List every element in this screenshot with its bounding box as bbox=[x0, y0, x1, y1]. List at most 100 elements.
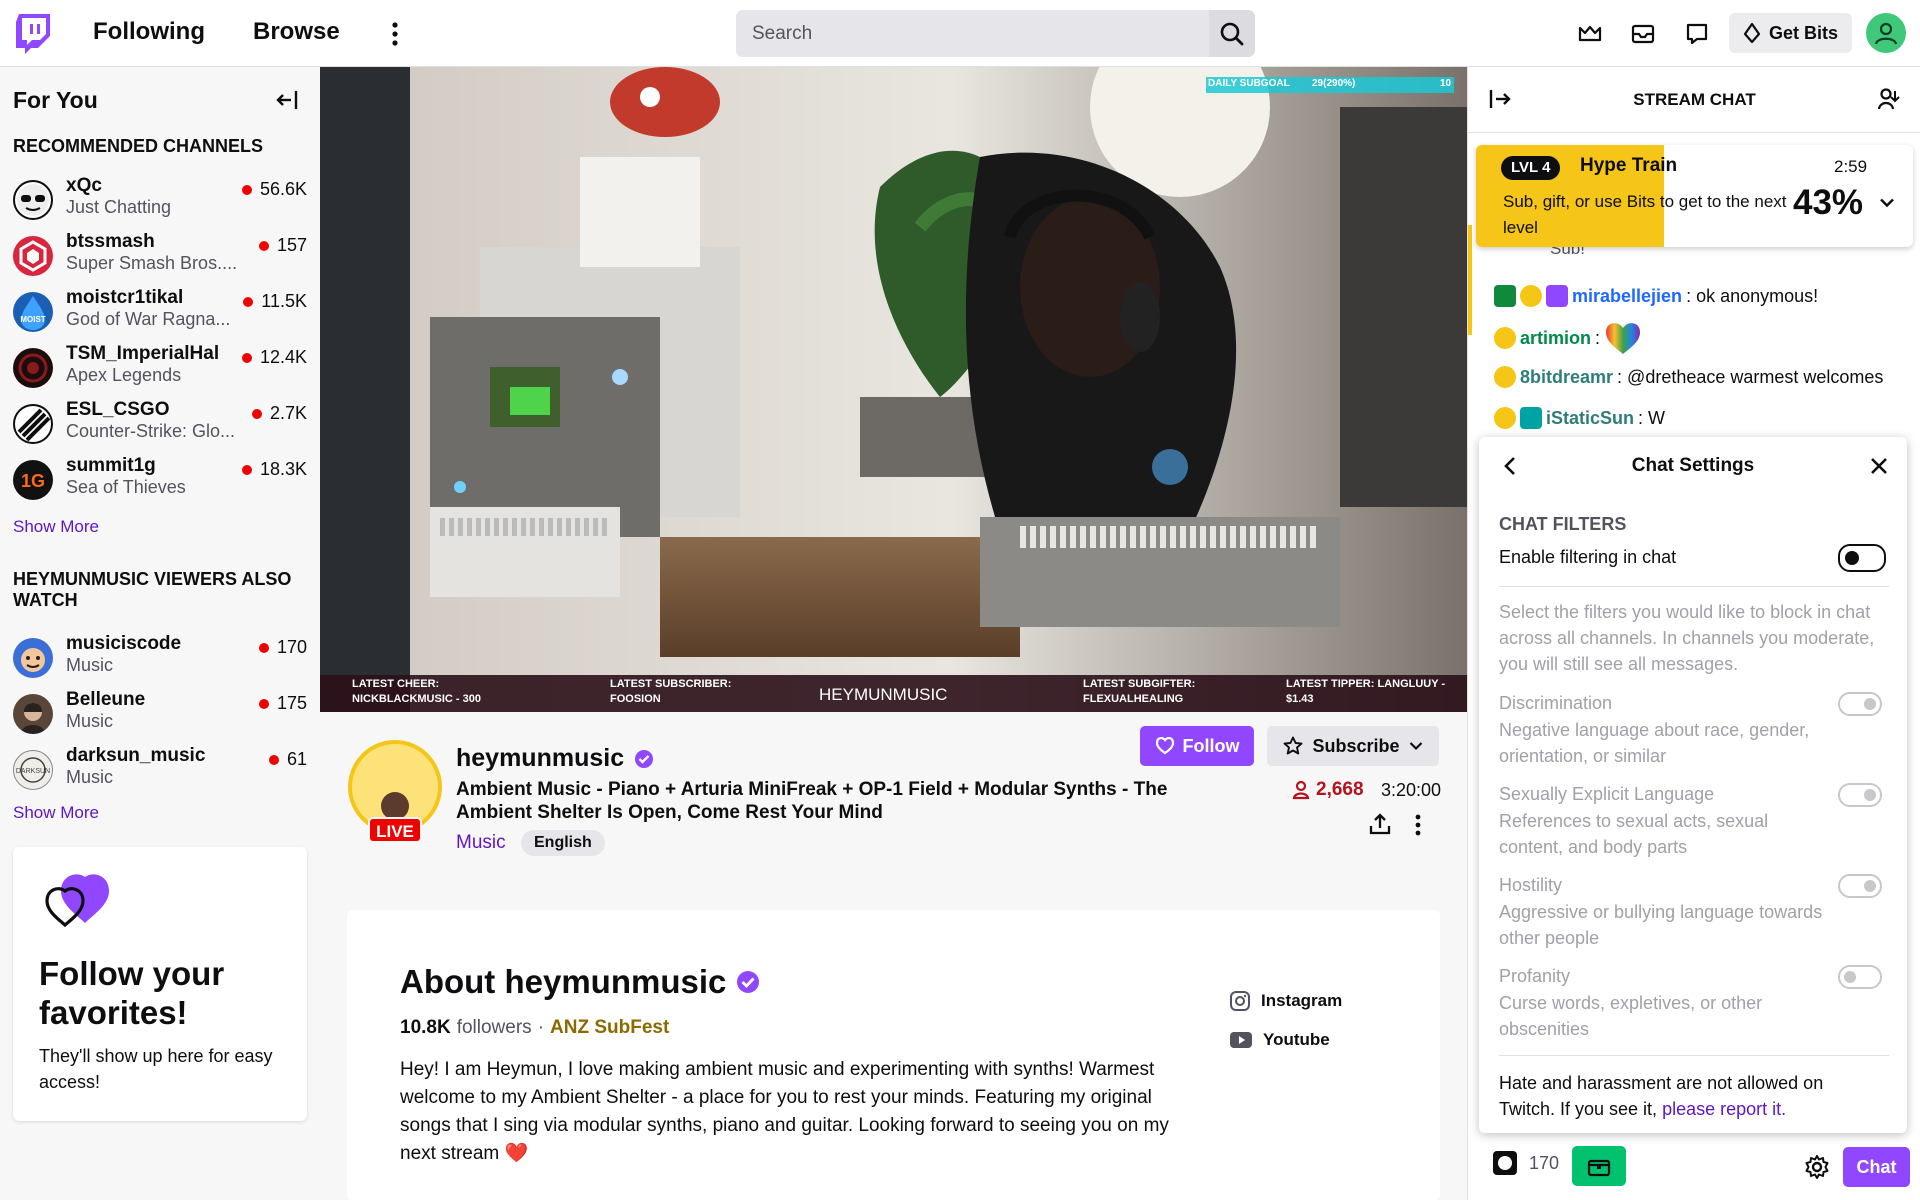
channel-name: moistcr1tikal bbox=[66, 287, 184, 308]
nav-following[interactable]: Following bbox=[93, 18, 205, 46]
report-link[interactable]: please report it. bbox=[1662, 1099, 1786, 1119]
rainbow-heart-emote-icon bbox=[1604, 320, 1642, 356]
chat-text: : W bbox=[1638, 407, 1666, 428]
instagram-icon bbox=[1229, 990, 1251, 1012]
user-avatar-icon[interactable] bbox=[1866, 13, 1906, 53]
channel-name-row: heymunmusic bbox=[456, 744, 654, 773]
live-dot bbox=[241, 352, 252, 363]
viewer-count: 12.4K bbox=[241, 347, 307, 368]
filter-name: Sexually Explicit Language bbox=[1499, 784, 1715, 804]
sidebar-channel-belleune[interactable]: Belleune Music 175 bbox=[0, 685, 320, 741]
divider bbox=[1499, 586, 1889, 587]
chevron-down-icon bbox=[1409, 741, 1423, 751]
settings-gear-icon[interactable] bbox=[1804, 1154, 1830, 1180]
chat-message: iStaticSun : W bbox=[1494, 407, 1665, 429]
hype-train-percent: 43% bbox=[1793, 183, 1864, 222]
filter-name: Discrimination bbox=[1499, 693, 1613, 713]
channel-game: Super Smash Bros.... bbox=[66, 253, 238, 273]
collapse-sidebar-icon[interactable] bbox=[275, 89, 299, 111]
chat-username[interactable]: artimion bbox=[1520, 328, 1591, 349]
follow-button[interactable]: Follow bbox=[1140, 726, 1254, 766]
youtube-link[interactable]: Youtube bbox=[1229, 1030, 1330, 1050]
search-button[interactable] bbox=[1209, 10, 1255, 57]
live-dot bbox=[258, 240, 269, 251]
live-badge: LIVE bbox=[368, 817, 422, 843]
chat-username[interactable]: mirabellejien bbox=[1572, 286, 1682, 307]
channel-points[interactable]: 170 bbox=[1491, 1149, 1559, 1177]
filter-description: References to sexual acts, sexual conten… bbox=[1499, 811, 1769, 857]
more-vertical-icon[interactable] bbox=[385, 20, 405, 48]
close-icon[interactable] bbox=[1868, 455, 1890, 477]
twitch-logo-icon[interactable] bbox=[16, 14, 50, 54]
language-tag[interactable]: English bbox=[521, 830, 605, 856]
sidebar-channel-tsm-imperialhal[interactable]: TSM_ImperialHal Apex Legends 12.4K bbox=[0, 339, 320, 395]
live-dot bbox=[258, 642, 269, 653]
filters-description: Select the filters you would like to blo… bbox=[1499, 602, 1875, 674]
gift-badge-icon bbox=[1520, 407, 1542, 429]
chat-send-button[interactable]: Chat bbox=[1843, 1147, 1910, 1187]
channel-name: musiciscode bbox=[66, 633, 182, 654]
chat-message: mirabellejien : ok anonymous! bbox=[1494, 285, 1818, 307]
stream-uptime: 3:20:00 bbox=[1381, 780, 1442, 800]
get-bits-button[interactable]: Get Bits bbox=[1729, 13, 1852, 53]
crown-icon[interactable] bbox=[1576, 20, 1604, 48]
show-more-recommended[interactable]: Show More bbox=[13, 517, 99, 537]
youtube-icon bbox=[1229, 1031, 1253, 1049]
filter-toggle-sexually-explicit[interactable] bbox=[1838, 783, 1882, 807]
harassment-notice: Hate and harassment are not allowed on T… bbox=[1499, 1073, 1824, 1119]
share-icon[interactable] bbox=[1368, 812, 1392, 836]
chat-username[interactable]: iStaticSun bbox=[1546, 408, 1634, 429]
inbox-icon[interactable] bbox=[1629, 20, 1657, 48]
hype-level-badge: LVL 4 bbox=[1501, 156, 1561, 180]
chat-username[interactable]: 8bitdreamr bbox=[1520, 367, 1613, 388]
viewer-count-live: 2,668 bbox=[1292, 779, 1364, 801]
chevron-down-icon[interactable] bbox=[1879, 197, 1895, 209]
viewer-count: 157 bbox=[258, 235, 307, 256]
filter-toggle-profanity[interactable] bbox=[1838, 965, 1882, 989]
more-options-icon[interactable] bbox=[1412, 813, 1424, 837]
enable-filtering-toggle[interactable] bbox=[1838, 544, 1886, 572]
followers-label: followers bbox=[456, 1017, 532, 1038]
badge-icon bbox=[1494, 366, 1516, 388]
hype-train-card[interactable]: LVL 4 Hype Train Sub, gift, or use Bits … bbox=[1476, 145, 1913, 247]
channel-name: TSM_ImperialHal bbox=[66, 343, 220, 364]
category-link[interactable]: Music bbox=[456, 832, 506, 854]
sidebar-channel-btssmash[interactable]: btssmash Super Smash Bros.... 157 bbox=[0, 227, 320, 283]
sidebar-channel-esl-csgo[interactable]: ESL_CSGO Counter-Strike: Glo... 2.7K bbox=[0, 395, 320, 451]
svg-text:1G: 1G bbox=[21, 471, 45, 491]
sidebar-channel-summit1g[interactable]: 1G summit1g Sea of Thieves 18.3K bbox=[0, 451, 320, 507]
verified-badge-icon bbox=[1546, 285, 1568, 307]
show-more-also-watch[interactable]: Show More bbox=[13, 803, 99, 823]
chat-filters-heading: CHAT FILTERS bbox=[1499, 514, 1627, 534]
instagram-link[interactable]: Instagram bbox=[1229, 990, 1342, 1012]
viewer-count: 61 bbox=[268, 749, 307, 770]
claim-points-button[interactable] bbox=[1572, 1146, 1626, 1186]
divider bbox=[1499, 1055, 1889, 1056]
sidebar-channel-moistcr1tikal[interactable]: MOIST moistcr1tikal God of War Ragna... … bbox=[0, 283, 320, 339]
channel-name[interactable]: heymunmusic bbox=[456, 744, 624, 773]
live-dot bbox=[251, 408, 262, 419]
verified-icon bbox=[634, 749, 654, 769]
filter-name: Hostility bbox=[1499, 875, 1563, 895]
video-player[interactable]: DAILY SUBGOAL 29(290%) 10 LATEST CHEER: N… bbox=[320, 67, 1467, 712]
search-input[interactable] bbox=[736, 10, 1209, 57]
filter-toggle-hostility[interactable] bbox=[1838, 874, 1882, 898]
channel-avatar: MOIST bbox=[13, 292, 53, 332]
heart-icon bbox=[1155, 737, 1175, 755]
left-sidebar: For You RECOMMENDED CHANNELS xQc Just Ch… bbox=[0, 67, 320, 1200]
filter-toggle-discrimination[interactable] bbox=[1838, 692, 1882, 716]
sidebar-channel-darksun-music[interactable]: DARKSUN darksun_music Music 61 bbox=[0, 741, 320, 797]
latest-cheer: LATEST CHEER: NICKBLACKMUSIC - 300 bbox=[352, 678, 481, 705]
whispers-icon[interactable] bbox=[1683, 20, 1711, 48]
badge-icon bbox=[1494, 327, 1516, 349]
channel-game: God of War Ragna... bbox=[66, 309, 231, 329]
viewer-count: 56.6K bbox=[241, 179, 307, 200]
community-users-icon[interactable] bbox=[1877, 87, 1903, 111]
nav-browse[interactable]: Browse bbox=[253, 18, 340, 46]
sidebar-channel-musiciscode[interactable]: musiciscode Music 170 bbox=[0, 629, 320, 685]
chat-title: STREAM CHAT bbox=[1633, 90, 1756, 109]
subscribe-button[interactable]: Subscribe bbox=[1267, 726, 1439, 766]
team-link[interactable]: ANZ SubFest bbox=[550, 1017, 669, 1039]
sidebar-channel-xqc[interactable]: xQc Just Chatting 56.6K bbox=[0, 171, 320, 227]
channel-name: btssmash bbox=[66, 231, 155, 252]
